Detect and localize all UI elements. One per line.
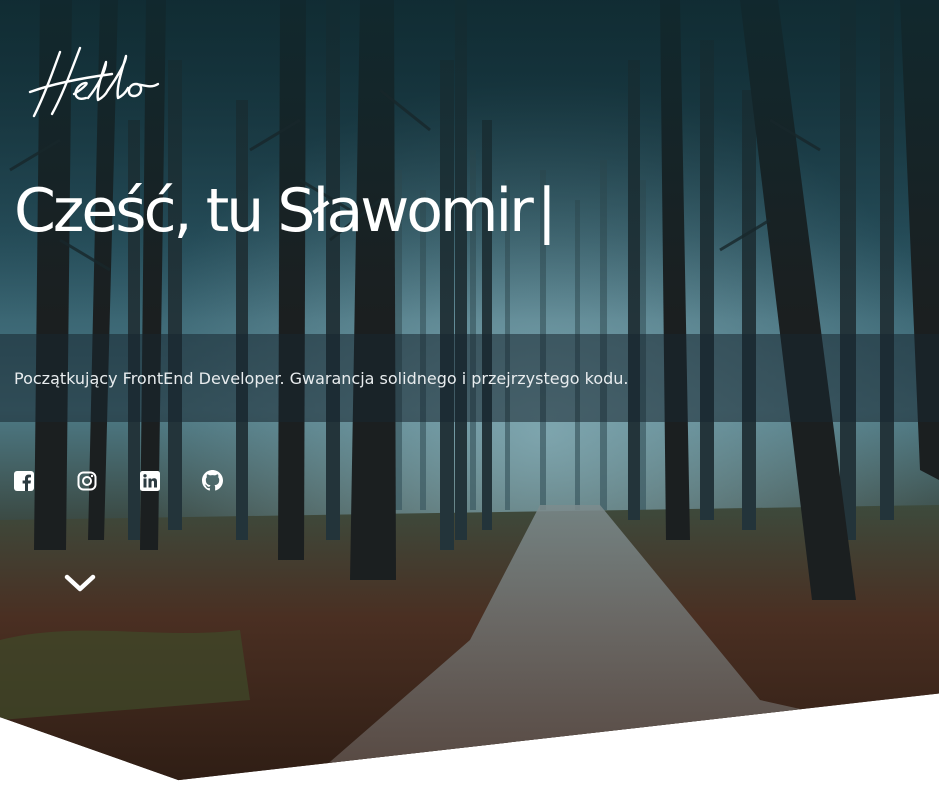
facebook-link[interactable] (13, 470, 34, 491)
instagram-icon (77, 471, 96, 490)
hello-logo (28, 46, 160, 118)
github-link[interactable] (202, 470, 223, 491)
scroll-down-button[interactable] (62, 568, 98, 598)
linkedin-link[interactable] (139, 470, 160, 491)
chevron-down-icon (64, 574, 96, 592)
hero-headline: Cześć, tu Sławomir | (14, 176, 557, 246)
typing-cursor: | (536, 176, 557, 246)
instagram-link[interactable] (76, 470, 97, 491)
github-icon (202, 470, 223, 491)
facebook-icon (13, 470, 34, 491)
hero-tagline: Początkujący FrontEnd Developer. Gwaranc… (14, 369, 629, 388)
hero-section: Cześć, tu Sławomir | Początkujący FrontEn… (0, 0, 939, 781)
linkedin-icon (139, 470, 160, 491)
headline-text: Cześć, tu Sławomir (14, 176, 534, 246)
social-links (13, 470, 223, 492)
